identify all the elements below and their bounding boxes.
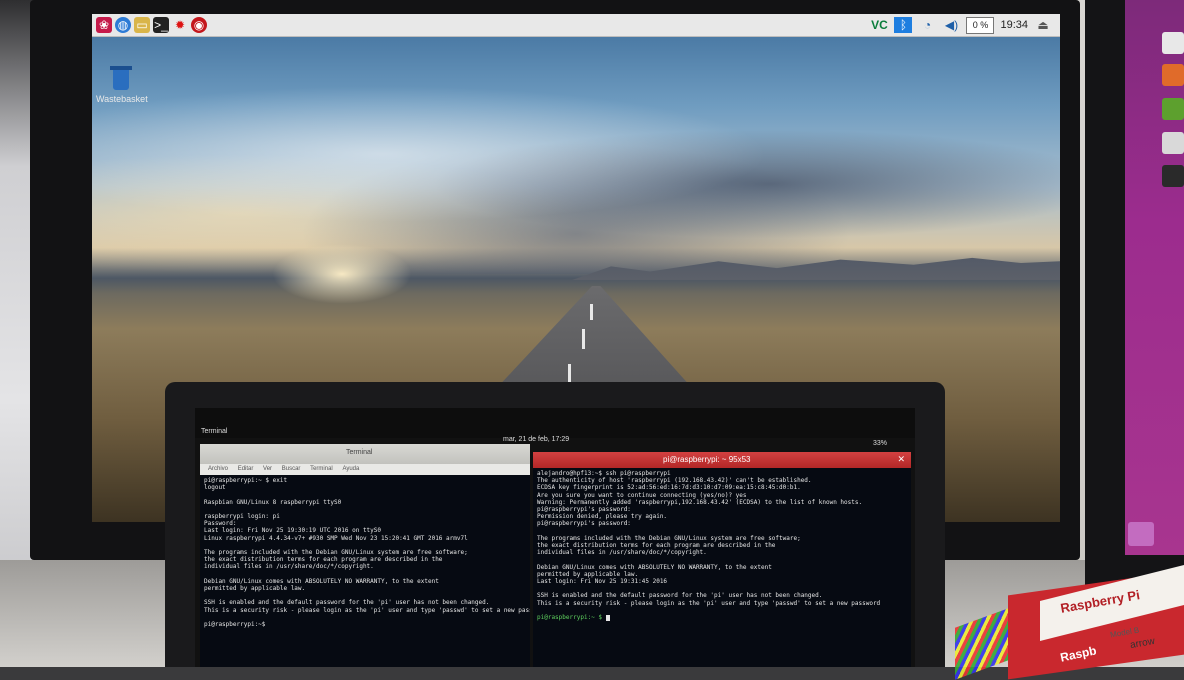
terminal-line: Raspbian GNU/Linux 8 raspberrypi ttyS0: [204, 498, 342, 506]
terminal-launcher-icon[interactable]: [1162, 165, 1184, 187]
menu-terminal[interactable]: Terminal: [310, 466, 333, 472]
mathematica-icon[interactable]: ✹: [172, 17, 188, 33]
terminal-line: Linux raspberrypi 4.4.34-v7+ #930 SMP We…: [204, 534, 468, 542]
gnome-clock[interactable]: mar, 21 de feb, 17:29: [503, 436, 569, 443]
menu-archivo[interactable]: Archivo: [208, 466, 228, 472]
raspberry-menu-icon[interactable]: ❀: [96, 17, 112, 33]
terminal-line: The programs included with the Debian GN…: [537, 534, 801, 542]
terminal-line: permitted by applicable law.: [204, 585, 306, 593]
terminal-line: pi@raspberrypi's password:: [537, 506, 631, 514]
menu-ayuda[interactable]: Ayuda: [342, 466, 359, 472]
battery-indicator[interactable]: 33%: [873, 440, 887, 447]
volume-icon[interactable]: ◀): [942, 17, 960, 33]
terminal-line: Warning: Permanently added 'raspberrypi,…: [537, 498, 863, 506]
files-launcher-icon[interactable]: [1162, 32, 1184, 54]
terminal-window-right[interactable]: pi@raspberrypi: ~ 95x53 ✕ alejandro@hpf1…: [533, 452, 911, 667]
close-icon[interactable]: ✕: [897, 454, 905, 465]
rpi-top-panel: ❀ ◍ ▭ >_ ✹ ◉ VC ᛒ ◔ ◀) 0 % 19:34 ⏏: [92, 14, 1060, 37]
terminal-line: permitted by applicable law.: [537, 570, 639, 578]
wastebasket-icon[interactable]: [110, 66, 132, 92]
terminal-window-left[interactable]: Terminal Archivo Editar Ver Buscar Termi…: [200, 444, 530, 667]
firefox-launcher-icon[interactable]: [1162, 64, 1184, 86]
terminal-line: Last login: Fri Nov 25 19:31:45 2016: [537, 578, 668, 586]
terminal-line: ECDSA key fingerprint is 52:ad:56:ed:16:…: [537, 484, 801, 492]
menu-buscar[interactable]: Buscar: [282, 466, 301, 472]
wallpaper-clouds: [92, 74, 1060, 274]
terminal-line: individual files in /usr/share/doc/*/cop…: [537, 549, 707, 557]
terminal-icon[interactable]: >_: [153, 17, 169, 33]
office-launcher-icon[interactable]: [1162, 98, 1184, 120]
terminal-line: alejandro@hpf13:~$ ssh pi@raspberrypi: [537, 470, 671, 477]
road-stripe: [582, 329, 585, 349]
terminal-output-left[interactable]: pi@raspberrypi:~ $ exit logout Raspbian G…: [204, 477, 530, 628]
gnome-top-bar: Terminal mar, 21 de feb, 17:29 33%: [195, 408, 915, 447]
wifi-icon[interactable]: ◔: [918, 17, 936, 33]
terminal-line: SSH is enabled and the default password …: [537, 592, 823, 600]
wastebasket-label[interactable]: Wastebasket: [96, 94, 148, 104]
terminal-line: SSH is enabled and the default password …: [204, 599, 490, 607]
terminal-line: Password:: [204, 520, 237, 528]
menu-ver[interactable]: Ver: [263, 466, 272, 472]
web-browser-icon[interactable]: ◍: [115, 17, 131, 33]
terminal-line: This is a security risk - please login a…: [204, 606, 530, 614]
terminal-line: pi@raspberrypi's password:: [537, 520, 631, 528]
terminal-titlebar[interactable]: Terminal: [200, 444, 530, 464]
terminal-line: Are you sure you want to continue connec…: [537, 491, 747, 499]
bluetooth-icon[interactable]: ᛒ: [894, 17, 913, 33]
terminal-title-right: pi@raspberrypi: ~ 95x53: [663, 455, 751, 464]
terminal-line: The programs included with the Debian GN…: [204, 549, 468, 557]
terminal-menubar: Archivo Editar Ver Buscar Terminal Ayuda: [200, 464, 530, 475]
terminal-line: Last login: Fri Nov 25 19:30:19 UTC 2016…: [204, 527, 382, 535]
shell-prompt: pi@raspberrypi:~ $: [537, 614, 606, 621]
road-stripe: [590, 304, 593, 320]
terminal-title: Terminal: [346, 449, 373, 456]
cpu-usage-monitor: 0 %: [966, 16, 995, 34]
vnc-icon[interactable]: VC: [870, 17, 888, 33]
wallpaper-sun: [272, 244, 412, 304]
terminal-output-right[interactable]: alejandro@hpf13:~$ ssh pi@raspberrypi The…: [537, 470, 880, 614]
terminal-line: The authenticity of host 'raspberrypi (1…: [537, 477, 812, 485]
wolfram-icon[interactable]: ◉: [191, 17, 207, 33]
panel-clock[interactable]: 19:34: [1000, 19, 1028, 31]
text-cursor: [605, 614, 610, 621]
terminal-titlebar-right[interactable]: pi@raspberrypi: ~ 95x53 ✕: [533, 452, 911, 468]
terminal-line: raspberrypi login: pi: [204, 513, 280, 521]
terminal-line: logout: [204, 484, 226, 492]
file-manager-icon[interactable]: ▭: [134, 17, 150, 33]
terminal-line: pi@raspberrypi:~ $ exit: [204, 477, 288, 484]
eject-icon[interactable]: ⏏: [1034, 17, 1052, 33]
laptop-screen: Terminal mar, 21 de feb, 17:29 33% Termi…: [195, 408, 915, 667]
terminal-prompt-line[interactable]: pi@raspberrypi:~ $: [537, 614, 610, 621]
terminal-line: Permission denied, please try again.: [537, 513, 668, 521]
terminal-line: the exact distribution terms for each pr…: [537, 542, 776, 550]
terminal-line: pi@raspberrypi:~$: [204, 621, 270, 629]
trash-body: [113, 70, 129, 90]
menu-editar[interactable]: Editar: [238, 466, 254, 472]
terminal-line: This is a security risk - please login a…: [537, 599, 881, 607]
terminal-line: individual files in /usr/share/doc/*/cop…: [204, 563, 374, 571]
trash-launcher-icon[interactable]: [1128, 522, 1154, 546]
terminal-line: the exact distribution terms for each pr…: [204, 556, 443, 564]
terminal-line: Debian GNU/Linux comes with ABSOLUTELY N…: [204, 577, 439, 585]
app-menu[interactable]: Terminal: [201, 428, 227, 435]
system-tray: VC ᛒ ◔ ◀) 0 % 19:34 ⏏: [870, 16, 1052, 34]
update-launcher-icon[interactable]: [1162, 132, 1184, 154]
terminal-line: Debian GNU/Linux comes with ABSOLUTELY N…: [537, 563, 772, 571]
